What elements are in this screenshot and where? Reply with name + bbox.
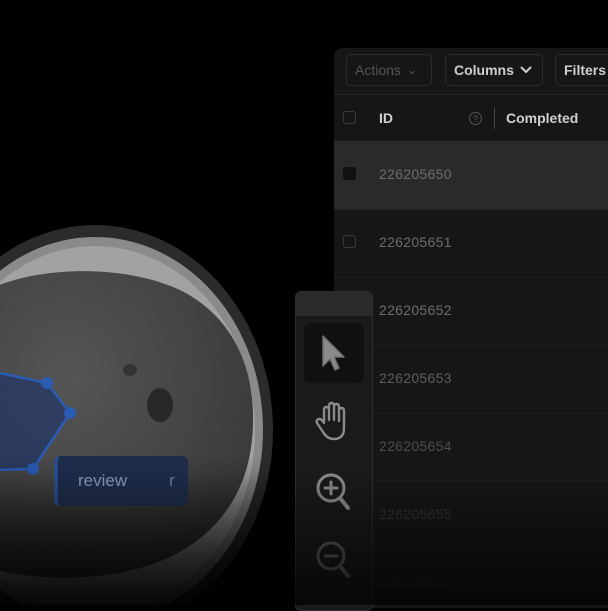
hand-icon (315, 401, 346, 441)
actions-dropdown[interactable]: Actions ⌄ (346, 54, 432, 86)
select-all-checkbox[interactable] (343, 111, 356, 124)
zoom-in-icon (316, 473, 350, 510)
actions-label: Actions (355, 62, 401, 78)
annotation-label[interactable]: review r (54, 456, 188, 506)
row-id: 226205652 (379, 302, 452, 318)
row-id: 226205651 (379, 234, 452, 250)
tool-palette-drag-handle[interactable] (296, 292, 372, 316)
filters-label: Filters (564, 62, 607, 78)
column-resize-handle[interactable] (494, 107, 495, 129)
table-row[interactable]: 226205655 (334, 481, 608, 550)
zoom-in-tool-button[interactable] (304, 462, 364, 522)
help-icon[interactable]: ? (469, 112, 482, 125)
annotation-label-text: review (78, 471, 128, 490)
table-row[interactable]: 226205652 (334, 277, 608, 346)
pointer-tool-button[interactable] (304, 323, 364, 383)
chevron-down-icon: ⌄ (406, 63, 417, 77)
column-header-completed[interactable]: Completed (506, 110, 578, 126)
pan-tool-button[interactable] (304, 392, 364, 452)
table-row[interactable]: 226205651 (334, 209, 608, 278)
row-id: 226205654 (379, 438, 452, 454)
table-row[interactable]: 226205653 (334, 345, 608, 414)
tool-palette (295, 291, 373, 611)
table-row[interactable]: 226205656 (334, 549, 608, 608)
table-row[interactable]: 226205650 (334, 141, 608, 210)
table-toolbar: Actions ⌄ Columns Filters (334, 48, 608, 94)
annotation-label-extra: r (169, 471, 175, 490)
row-id: 226205653 (379, 370, 452, 386)
column-header-id[interactable]: ID (379, 110, 393, 126)
table-row[interactable]: 226205654 (334, 413, 608, 482)
row-id: 226205650 (379, 166, 452, 182)
columns-label: Columns (454, 62, 514, 78)
task-table-panel: Actions ⌄ Columns Filters ID ? Completed… (334, 48, 608, 608)
cursor-arrow-icon (322, 335, 345, 371)
row-id: 226205655 (379, 506, 452, 522)
zoom-out-tool-button[interactable] (304, 530, 364, 590)
row-checkbox[interactable] (343, 167, 356, 180)
chevron-down-icon (520, 63, 532, 77)
row-checkbox[interactable] (343, 235, 356, 248)
zoom-out-icon (316, 541, 350, 578)
columns-dropdown[interactable]: Columns (445, 54, 543, 86)
table-header: ID ? Completed (334, 94, 608, 142)
filters-dropdown[interactable]: Filters (555, 54, 608, 86)
row-id: 226205656 (379, 574, 452, 590)
